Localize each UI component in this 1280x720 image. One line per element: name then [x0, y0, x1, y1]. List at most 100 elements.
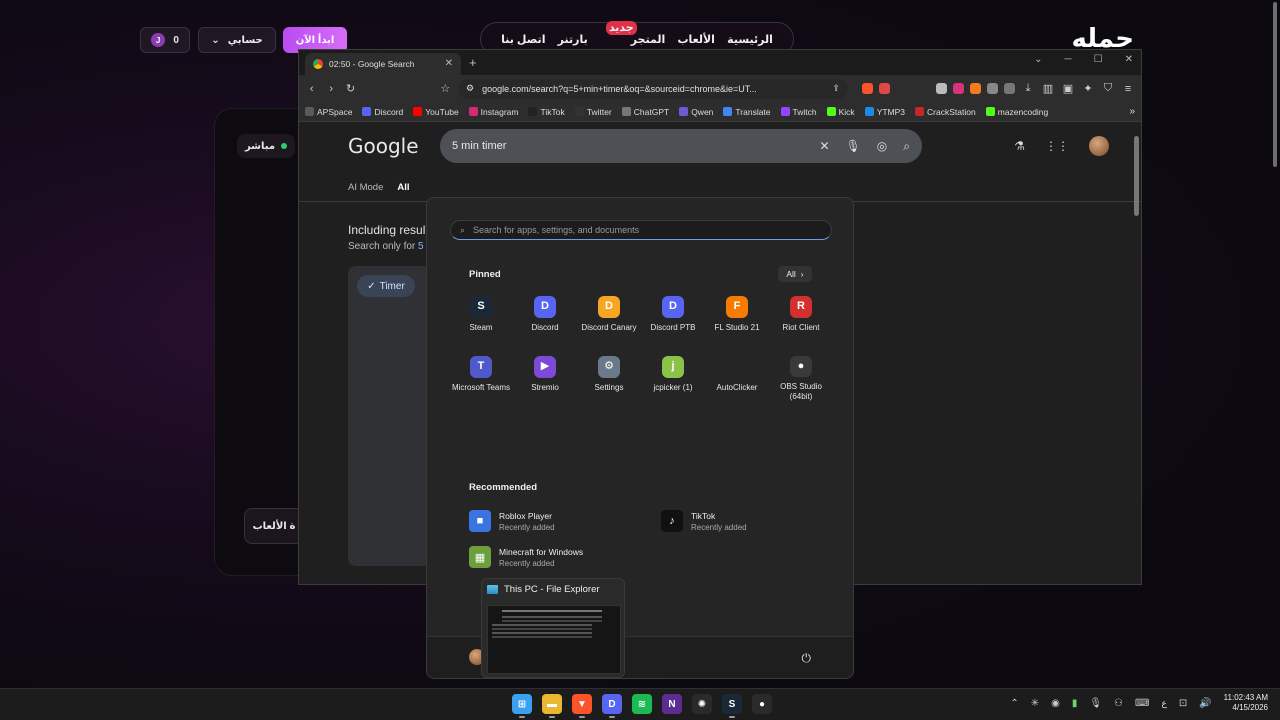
search-icon[interactable]: ⌕: [903, 139, 910, 154]
wallet-icon[interactable]: ▣: [1061, 82, 1075, 96]
pinned-app[interactable]: R Riot Client: [769, 296, 833, 342]
pinned-app[interactable]: D Discord Canary: [577, 296, 641, 342]
power-icon[interactable]: ⏻: [802, 651, 812, 666]
lens-icon[interactable]: ◎: [877, 139, 887, 154]
nvidia-icon[interactable]: ◉: [1051, 698, 1060, 709]
tab-search-icon[interactable]: ⌄: [1034, 54, 1042, 65]
bookmark-kick[interactable]: Kick: [826, 107, 855, 117]
games-button[interactable]: ة الألعاب: [244, 508, 304, 544]
more-bookmarks-icon[interactable]: »: [1129, 106, 1135, 117]
ublock-icon[interactable]: [953, 83, 964, 94]
new-tab-button[interactable]: +: [469, 55, 477, 70]
bookmark-chatgpt[interactable]: ChatGPT: [621, 107, 669, 117]
outer-scroll-thumb[interactable]: [1273, 2, 1277, 167]
nav-partner[interactable]: بارتنر: [558, 33, 588, 46]
bookmark-mazencoding[interactable]: mazencoding: [985, 107, 1048, 117]
pinned-app[interactable]: D Discord PTB: [641, 296, 705, 342]
show-hidden-icons-icon[interactable]: ⌃: [1010, 698, 1018, 709]
google-search-box[interactable]: 5 min timer ✕ 🎙 ◎ ⌕: [440, 129, 922, 163]
close-tab-icon[interactable]: ✕: [445, 58, 453, 69]
pinned-app[interactable]: ▶ Stremio: [513, 356, 577, 402]
microphone-icon[interactable]: 🎙: [846, 139, 861, 154]
clear-icon[interactable]: ✕: [819, 139, 829, 154]
preview-thumbnail[interactable]: [487, 605, 621, 674]
scroll-thumb[interactable]: [1134, 136, 1139, 216]
taskbar-brave-icon[interactable]: ▼: [572, 694, 592, 718]
bookmark-crackstation[interactable]: CrackStation: [915, 107, 976, 117]
nav-games[interactable]: الألعاب: [677, 33, 715, 46]
taskbar-steelseries-icon[interactable]: ✺: [692, 694, 712, 714]
taskbar-obs-icon[interactable]: ●: [752, 694, 772, 714]
menu-icon[interactable]: ≡: [1121, 82, 1135, 96]
battery-app-icon[interactable]: ▮: [1072, 698, 1078, 709]
bookmark-star-icon[interactable]: ☆: [439, 82, 452, 96]
site-info-icon[interactable]: ⚙: [466, 83, 474, 94]
volume-icon[interactable]: 🔊: [1199, 698, 1211, 709]
bookmark-qwen[interactable]: Qwen: [679, 107, 713, 117]
labs-flask-icon[interactable]: ⚗: [1014, 139, 1025, 153]
recommended-item[interactable]: ♪ TikTok Recently added: [661, 510, 829, 532]
microphone-icon[interactable]: 🎙: [1089, 698, 1102, 709]
bookmark-ytmp3[interactable]: YTMP3: [864, 107, 905, 117]
google-logo[interactable]: Google: [348, 134, 419, 158]
account-button[interactable]: ⌄ حسابي: [198, 27, 276, 53]
forward-icon[interactable]: ›: [324, 82, 337, 96]
bookmark-twitch[interactable]: Twitch: [780, 107, 817, 117]
pinned-app[interactable]: ● OBS Studio (64bit): [769, 356, 833, 402]
extension-icon[interactable]: [936, 83, 947, 94]
bookmark-translate[interactable]: Translate: [723, 107, 771, 117]
extension-icon[interactable]: [970, 83, 981, 94]
bookmark-instagram[interactable]: Instagram: [468, 107, 518, 117]
nav-contact[interactable]: اتصل بنا: [501, 33, 545, 46]
outer-scrollbar[interactable]: [1272, 0, 1278, 688]
brave-rewards-icon[interactable]: [879, 83, 890, 94]
taskbar-nzxt-icon[interactable]: N: [662, 694, 682, 714]
nav-home[interactable]: الرئيسية: [727, 33, 773, 46]
bookmark-tiktok[interactable]: TikTok: [528, 107, 565, 117]
leo-ai-icon[interactable]: ✦: [1081, 82, 1095, 96]
page-scrollbar[interactable]: [1133, 122, 1139, 584]
tab-ai-mode[interactable]: AI Mode: [348, 182, 383, 193]
tab-all[interactable]: All: [397, 182, 409, 193]
taskbar-windows-start-icon[interactable]: ⊞: [512, 694, 532, 718]
taskbar-spotify-icon[interactable]: ≋: [632, 694, 652, 714]
close-window-button[interactable]: ✕: [1125, 54, 1133, 65]
pinned-app[interactable]: S Steam: [449, 296, 513, 342]
file-explorer-preview[interactable]: This PC - File Explorer: [481, 578, 625, 678]
pinned-app[interactable]: AutoClicker: [705, 356, 769, 402]
taskbar-discord-icon[interactable]: D: [602, 694, 622, 718]
start-search-input[interactable]: ⌕ Search for apps, settings, and documen…: [450, 220, 832, 240]
nav-store[interactable]: المتجرجديد: [600, 20, 665, 46]
pinned-app[interactable]: ⚙ Settings: [577, 356, 641, 402]
brave-shields-icon[interactable]: [862, 83, 873, 94]
reload-icon[interactable]: ↻: [344, 82, 357, 96]
sidebar-icon[interactable]: ▥: [1041, 82, 1055, 96]
pinned-app[interactable]: D Discord: [513, 296, 577, 342]
tab-google-search[interactable]: 02:50 - Google Search ✕: [305, 52, 461, 75]
bookmark-discord[interactable]: Discord: [362, 107, 403, 117]
recommended-item[interactable]: ▦ Minecraft for Windows Recently added: [469, 546, 661, 568]
language-indicator[interactable]: ع: [1161, 698, 1166, 709]
taskbar-steam-icon[interactable]: S: [722, 694, 742, 718]
back-icon[interactable]: ‹: [305, 82, 318, 96]
extension-icon[interactable]: [1004, 83, 1015, 94]
search-only-link[interactable]: 5: [418, 241, 424, 252]
timer-chip[interactable]: ✓ Timer: [357, 275, 415, 297]
address-bar[interactable]: ⚙ google.com/search?q=5+min+timer&oq=&so…: [458, 78, 848, 99]
slack-icon[interactable]: ✳: [1031, 698, 1039, 709]
bookmark-twitter[interactable]: Twitter: [574, 107, 612, 117]
maximize-button[interactable]: ☐: [1094, 54, 1103, 65]
coins-button[interactable]: J 0: [140, 27, 190, 53]
pinned-app[interactable]: j jcpicker (1): [641, 356, 705, 402]
keyboard-icon[interactable]: ⌨: [1135, 698, 1149, 709]
network-icon[interactable]: ⊡: [1179, 698, 1187, 709]
recommended-item[interactable]: ■ Roblox Player Recently added: [469, 510, 661, 532]
download-icon[interactable]: ⤓: [1021, 82, 1035, 96]
apps-grid-icon[interactable]: ⋮⋮: [1045, 139, 1069, 153]
clock[interactable]: 11:02:43 AM 4/15/2026: [1224, 693, 1268, 714]
minimize-button[interactable]: ─: [1065, 54, 1072, 65]
puzzle-icon[interactable]: [987, 83, 998, 94]
vpn-icon[interactable]: ⛉: [1101, 82, 1115, 96]
all-apps-button[interactable]: All ›: [778, 266, 812, 282]
bookmark-youtube[interactable]: YouTube: [413, 107, 459, 117]
